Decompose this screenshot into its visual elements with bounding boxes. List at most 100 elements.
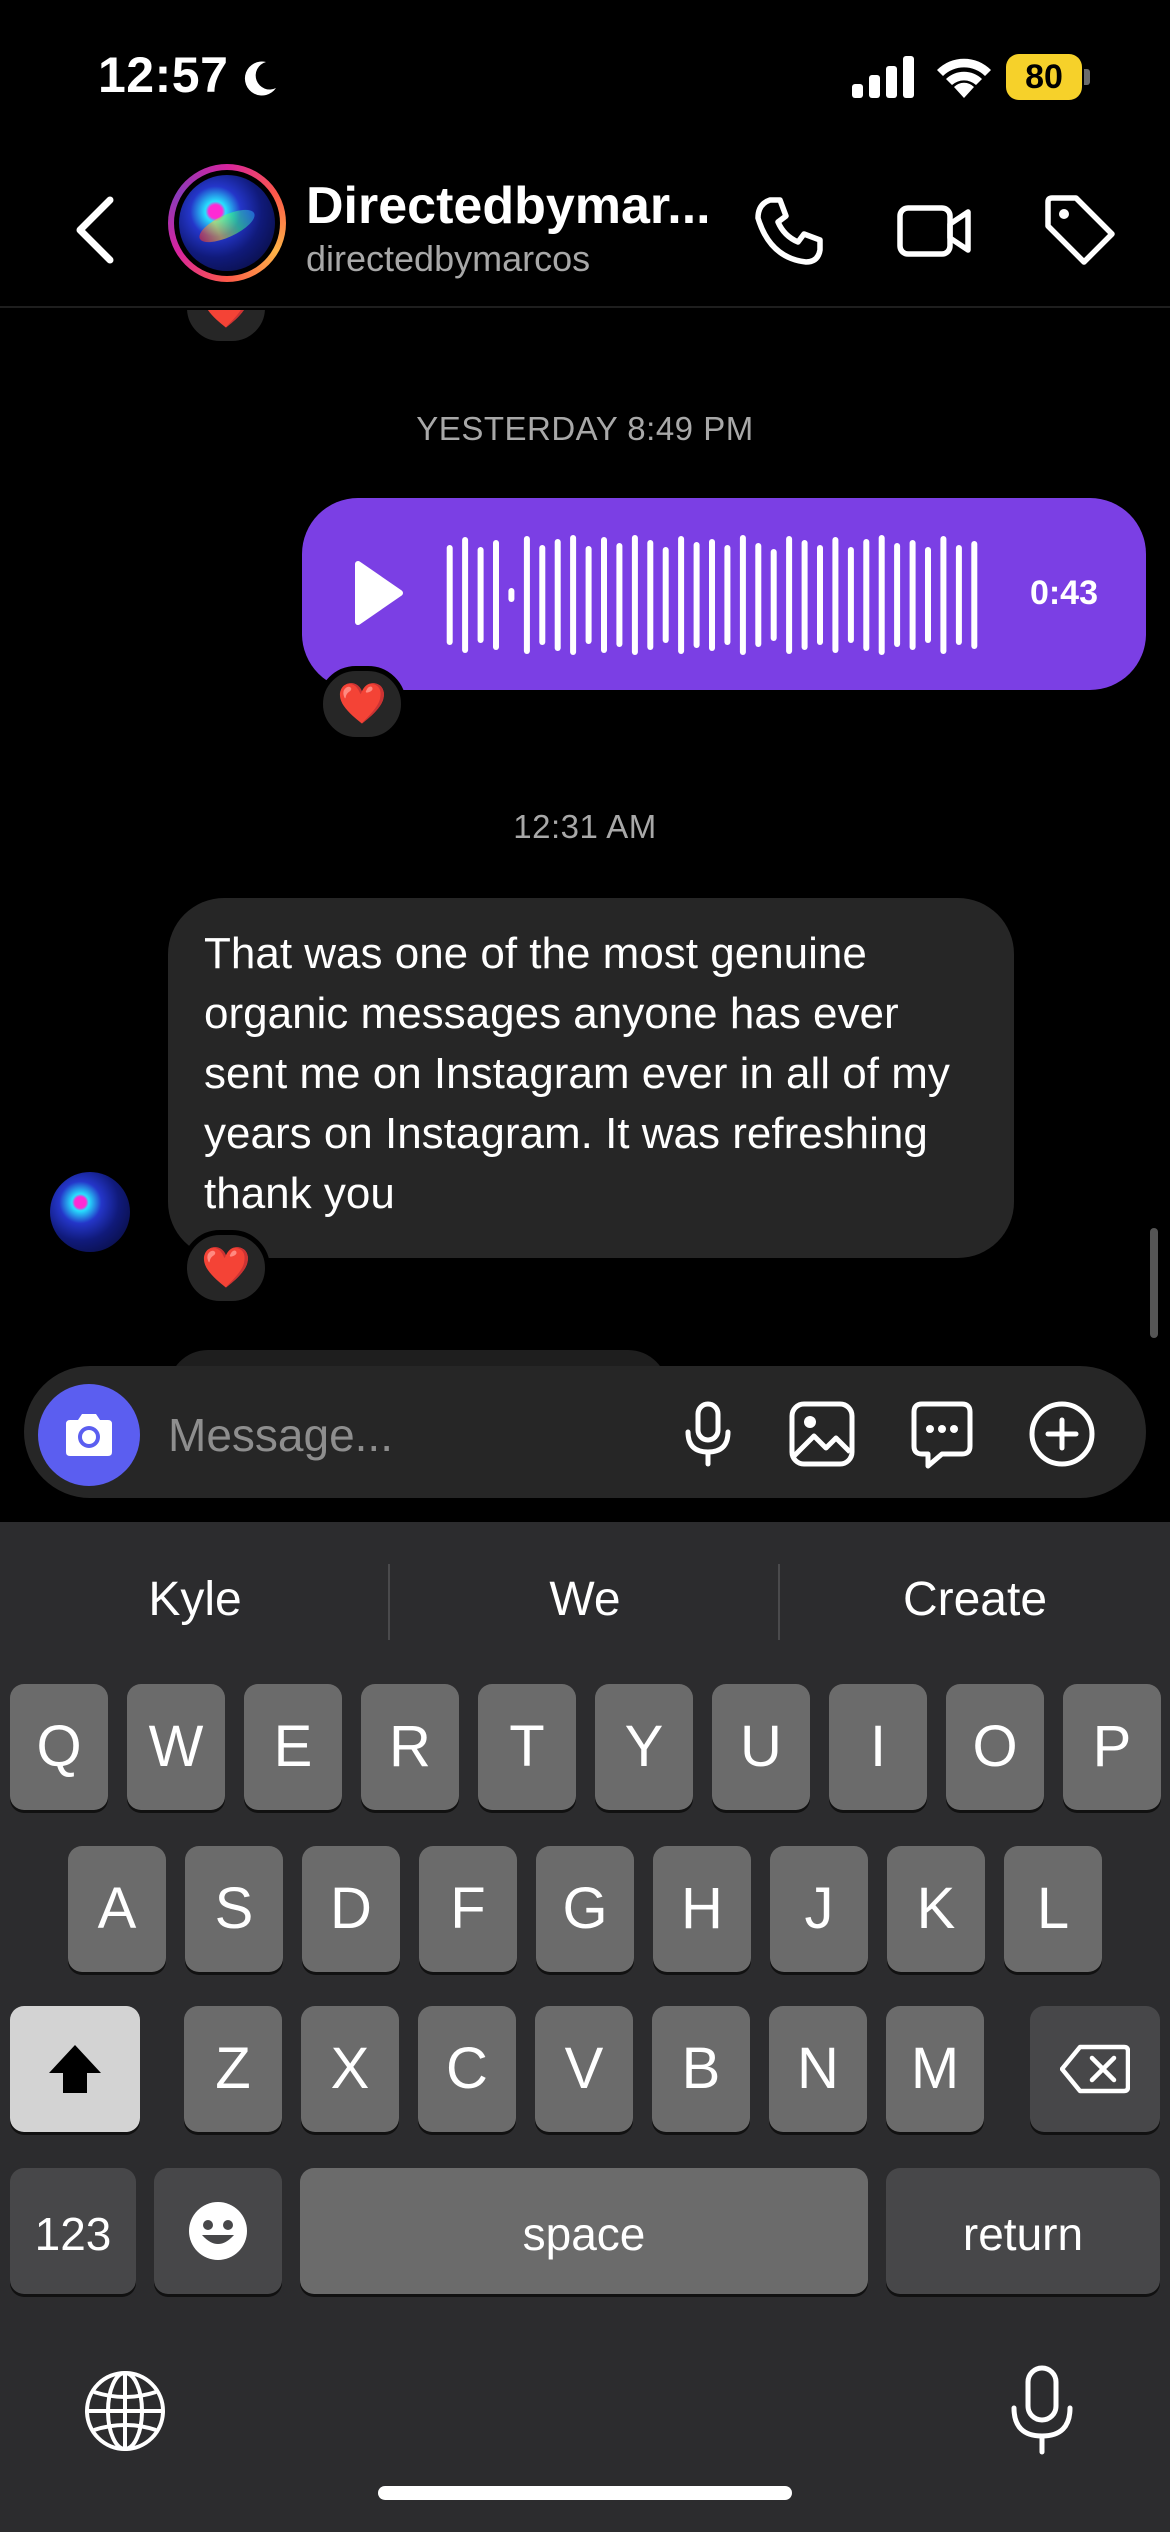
waveform-bar [786, 536, 793, 654]
photo-icon[interactable] [786, 1398, 858, 1470]
key-f[interactable]: F [419, 1846, 517, 1972]
delete-key[interactable] [1030, 2006, 1160, 2132]
waveform-bar [446, 545, 453, 645]
received-message-bubble[interactable]: That was one of the most genuine organic… [168, 898, 1014, 1258]
key-g[interactable]: G [536, 1846, 634, 1972]
microphone-icon[interactable] [672, 1398, 744, 1470]
globe-icon[interactable] [82, 2368, 168, 2454]
voice-message-bubble[interactable]: 0:43 [302, 498, 1146, 690]
tag-icon[interactable] [1040, 190, 1120, 270]
suggestion-3[interactable]: Create [780, 1572, 1170, 1627]
camera-button[interactable] [38, 1384, 140, 1486]
sticker-icon[interactable] [906, 1398, 978, 1470]
waveform-bar [462, 537, 469, 653]
sender-avatar[interactable] [50, 1172, 130, 1252]
numbers-key[interactable]: 123 [10, 2168, 136, 2294]
key-y[interactable]: Y [595, 1684, 693, 1810]
waveform-bar [554, 539, 561, 651]
key-e[interactable]: E [244, 1684, 342, 1810]
key-x[interactable]: X [301, 2006, 399, 2132]
key-w[interactable]: W [127, 1684, 225, 1810]
waveform-bar [662, 547, 669, 643]
emoji-icon [189, 2202, 247, 2260]
scroll-indicator[interactable] [1150, 1228, 1158, 1338]
dictation-mic-icon[interactable] [1002, 2364, 1082, 2456]
key-z[interactable]: Z [184, 2006, 282, 2132]
key-t[interactable]: T [478, 1684, 576, 1810]
waveform-bar [817, 545, 823, 645]
waveform-bar [693, 542, 700, 648]
back-chevron-icon[interactable] [66, 190, 126, 270]
waveform-bar [477, 547, 484, 643]
key-j[interactable]: J [770, 1846, 868, 1972]
contact-username[interactable]: directedbymarcos [306, 238, 590, 280]
play-icon[interactable] [350, 558, 406, 628]
waveform-bar [570, 535, 577, 655]
keyboard: Kyle We Create QWERTYUIOP ASDFGHJKL ZXCV… [0, 1522, 1170, 2532]
waveform-bar [616, 543, 623, 647]
waveform-bar [631, 535, 638, 655]
shift-key[interactable] [10, 2006, 140, 2132]
shift-arrow-icon [49, 2045, 101, 2093]
key-a[interactable]: A [68, 1846, 166, 1972]
contact-avatar[interactable] [168, 164, 286, 282]
key-m[interactable]: M [886, 2006, 984, 2132]
key-c[interactable]: C [418, 2006, 516, 2132]
key-b[interactable]: B [652, 2006, 750, 2132]
delete-icon [1060, 2044, 1130, 2094]
message-input[interactable] [168, 1400, 648, 1470]
contact-name[interactable]: Directedbymar... [306, 176, 711, 236]
heart-reaction[interactable]: ❤️ [182, 310, 270, 346]
phone-icon[interactable] [748, 190, 828, 270]
waveform-bar [971, 541, 978, 649]
key-v[interactable]: V [535, 2006, 633, 2132]
home-indicator[interactable] [378, 2486, 792, 2500]
message-thread[interactable]: ❤️ YESTERDAY 8:49 PM 0:43 ❤️ 12:31 AM Th… [0, 310, 1170, 1370]
key-r[interactable]: R [361, 1684, 459, 1810]
audio-waveform[interactable] [442, 534, 982, 656]
waveform-bar [894, 543, 901, 647]
key-n[interactable]: N [769, 2006, 867, 2132]
suggestion-2[interactable]: We [390, 1572, 780, 1627]
numbers-key-label: 123 [34, 2208, 112, 2260]
suggestion-1[interactable]: Kyle [0, 1572, 390, 1627]
cellular-signal-icon [852, 56, 914, 98]
waveform-bar [678, 536, 685, 654]
key-p[interactable]: P [1063, 1684, 1161, 1810]
heart-reaction[interactable]: ❤️ [182, 1230, 270, 1306]
key-d[interactable]: D [302, 1846, 400, 1972]
chat-header: Directedbymar... directedbymarcos [0, 150, 1170, 308]
key-q[interactable]: Q [10, 1684, 108, 1810]
key-l[interactable]: L [1004, 1846, 1102, 1972]
key-u[interactable]: U [712, 1684, 810, 1810]
camera-icon [66, 1414, 112, 1456]
key-h[interactable]: H [653, 1846, 751, 1972]
return-key[interactable]: return [886, 2168, 1160, 2294]
waveform-bar [539, 545, 546, 645]
key-k[interactable]: K [887, 1846, 985, 1972]
battery-level: 80 [1025, 58, 1063, 96]
video-camera-icon[interactable] [894, 190, 974, 270]
waveform-bar [601, 537, 607, 653]
timestamp: 12:31 AM [513, 808, 657, 845]
status-bar: 12:57 80 [0, 0, 1170, 150]
key-o[interactable]: O [946, 1684, 1044, 1810]
key-s[interactable]: S [185, 1846, 283, 1972]
waveform-bar [909, 540, 916, 650]
key-i[interactable]: I [829, 1684, 927, 1810]
waveform-bar [523, 536, 530, 654]
waveform-bar [801, 540, 808, 650]
waveform-bar [847, 547, 854, 643]
waveform-bar [863, 539, 870, 651]
waveform-bar [770, 549, 777, 641]
waveform-bar [647, 540, 654, 650]
waveform-bar [940, 536, 947, 654]
waveform-bar [925, 547, 931, 643]
plus-circle-icon[interactable] [1026, 1398, 1098, 1470]
status-time: 12:57 [98, 47, 229, 103]
space-key[interactable]: space [300, 2168, 868, 2294]
emoji-key[interactable] [154, 2168, 282, 2294]
battery-icon: 80 [1006, 54, 1090, 100]
waveform-bar [585, 546, 592, 644]
heart-reaction[interactable]: ❤️ [318, 666, 406, 742]
